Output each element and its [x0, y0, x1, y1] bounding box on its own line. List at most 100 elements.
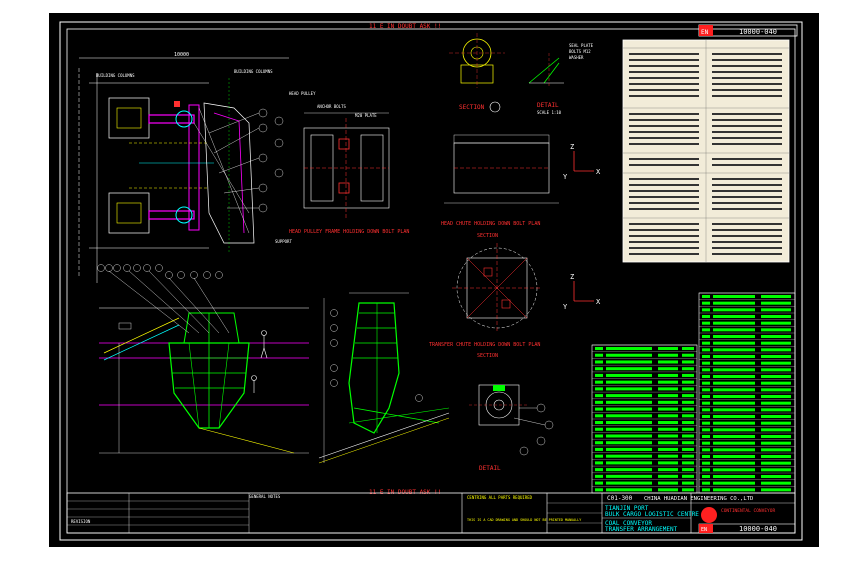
sheet-marker-bottom: EN: [701, 527, 707, 533]
parts-row-text: [702, 461, 710, 465]
parts-row-text: [595, 421, 603, 425]
parts-row-text: [713, 488, 755, 492]
parts-row-text: [761, 421, 791, 425]
parts-row-text: [761, 301, 791, 305]
company-name: CHINA HUADIAN ENGINEERING CO.,LTD: [644, 496, 753, 502]
parts-list-middle: [591, 344, 698, 494]
parts-row-text: [595, 474, 603, 478]
parts-row-text: [682, 474, 694, 478]
parts-row-text: [761, 475, 791, 478]
parts-row-text: [702, 335, 710, 338]
parameter-table: [622, 39, 790, 263]
parts-row-text: [702, 421, 710, 425]
parts-row-text: [713, 335, 755, 338]
svg-text:M20 PLATE: M20 PLATE: [355, 113, 377, 118]
svg-text:WASHER: WASHER: [569, 55, 584, 60]
parts-row-text: [761, 448, 791, 452]
head-chute-plan: HEAD CHUTE HOLDING DOWN BOLT PLAN: [441, 134, 559, 227]
parts-row-text: [713, 375, 755, 378]
parts-row-text: [713, 381, 755, 385]
parts-row-text: [702, 428, 710, 432]
parts-row-text: [702, 295, 710, 298]
parts-row-text: [658, 434, 678, 438]
axis-y-bottom: Y: [563, 303, 568, 311]
parts-row-text: [761, 341, 791, 345]
parts-row-text: [595, 407, 603, 411]
parts-row-text: [761, 481, 791, 485]
parts-row-text: [682, 400, 694, 404]
parts-row-text: [761, 368, 791, 372]
parts-row-text: [702, 328, 710, 332]
parts-row-text: [713, 481, 755, 485]
parts-row-text: [713, 435, 755, 438]
parts-row-text: [761, 328, 791, 332]
parts-row-text: [682, 387, 694, 391]
parts-row-text: [658, 421, 678, 425]
parts-row-text: [682, 380, 694, 384]
parts-row-text: [658, 427, 678, 431]
parts-row-text: [702, 381, 710, 385]
note-2: THIS IS A CAD DRAWING AND SHOULD NOT BE …: [467, 518, 581, 522]
parts-row-text: [658, 380, 678, 384]
parts-row-text: [606, 380, 652, 384]
parts-row-text: [713, 408, 755, 412]
parts-row-text: [595, 454, 603, 458]
parts-row-text: [606, 360, 652, 364]
cad-viewport[interactable]: 11 E IN DOUBT ASK !! 11 E IN DOUBT ASK !…: [49, 13, 819, 547]
parts-row-text: [682, 367, 694, 371]
parts-row-text: [682, 434, 694, 438]
parts-row-text: [761, 308, 791, 312]
parts-row-text: [682, 481, 694, 485]
svg-text:BUILDING COLUMNS: BUILDING COLUMNS: [96, 73, 135, 78]
parts-row-text: [702, 341, 710, 345]
parts-row-text: [658, 394, 678, 398]
parts-row-text: [761, 321, 791, 325]
parts-row-text: [595, 447, 603, 451]
parts-row-text: [595, 400, 603, 404]
parts-row-text: [713, 468, 755, 472]
parts-row-text: [658, 454, 678, 458]
svg-text:SEAL PLATE: SEAL PLATE: [569, 43, 594, 48]
parts-row-text: [658, 367, 678, 371]
parts-row-text: [595, 427, 603, 431]
parts-row-text: [606, 468, 652, 472]
parts-row-text: [682, 421, 694, 425]
parts-row-text: [658, 407, 678, 411]
parts-row-text: [658, 474, 678, 478]
parts-row-text: [658, 488, 678, 492]
parts-row-text: [713, 368, 755, 372]
parts-row-text: [682, 461, 694, 465]
parts-row-text: [702, 441, 710, 445]
axis-z-top: Z: [570, 143, 574, 151]
parts-row-text: [682, 353, 694, 357]
conveyor-elevation-view: 10000 BUILDING COLUMNS BUILDING COLUMNS …: [78, 52, 316, 283]
parts-row-text: [713, 415, 755, 418]
parts-row-text: [761, 315, 791, 318]
parts-row-text: [658, 387, 678, 391]
parts-row-text: [761, 388, 791, 392]
section-view-top: SECTION: [449, 33, 505, 113]
parts-row-text: [702, 308, 710, 312]
parts-row-text: [606, 461, 652, 465]
drawing-number-top-text: 10000-040: [739, 28, 777, 36]
project-code: C01-300: [607, 495, 633, 502]
parts-row-text: [595, 481, 603, 485]
parts-row-text: [606, 434, 652, 438]
drawing-number-top: EN 10000-040: [698, 24, 798, 37]
parts-row-text: [713, 455, 755, 458]
parts-row-text: [658, 353, 678, 357]
parts-row-text: [702, 361, 710, 365]
parts-row-text: [606, 488, 652, 492]
parts-row-text: [702, 321, 710, 325]
ucs-axis-bottom: Z X Y: [563, 273, 601, 311]
parts-row-text: [682, 373, 694, 377]
detail-view-top: SEAL PLATE BOLTS M12 WASHER DETAIL SCALE…: [528, 43, 594, 115]
parts-row-text: [761, 375, 791, 378]
parts-row-text: [702, 368, 710, 372]
parts-row-text: [606, 353, 652, 357]
parts-row-text: [713, 295, 755, 298]
parts-row-text: [658, 441, 678, 445]
parts-row-text: [658, 400, 678, 404]
parts-row-text: [702, 488, 710, 492]
parts-row-text: [682, 468, 694, 472]
